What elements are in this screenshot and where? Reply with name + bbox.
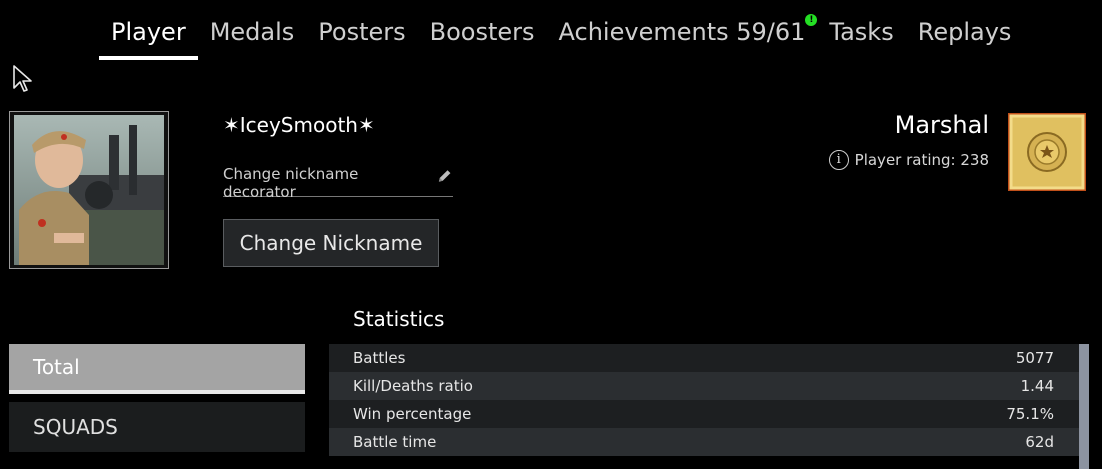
- rank-insignia[interactable]: [1007, 112, 1087, 192]
- table-row: Win percentage 75.1%: [329, 400, 1079, 428]
- info-icon[interactable]: i: [828, 150, 849, 170]
- sidebar-item-label: SQUADS: [33, 415, 118, 439]
- table-row: Battle time 62d: [329, 428, 1079, 456]
- table-row: Kill/Deaths ratio 1.44: [329, 372, 1079, 400]
- stat-label: Kill/Deaths ratio: [353, 377, 473, 395]
- stat-value: 1.44: [1020, 377, 1054, 395]
- tab-label: Achievements 59/61: [558, 18, 806, 46]
- player-rating-label: Player rating: 238: [854, 151, 989, 169]
- tab-replays[interactable]: Replays: [906, 18, 1024, 60]
- pencil-icon: [438, 170, 451, 182]
- stat-value: 5077: [1015, 349, 1054, 367]
- statistics-scrollbar[interactable]: [1079, 344, 1089, 469]
- tab-achievements[interactable]: Achievements 59/61 !: [547, 14, 818, 60]
- stat-label: Battles: [353, 349, 406, 367]
- top-tabs: Player Medals Posters Boosters Achieveme…: [99, 14, 1024, 60]
- change-decorator-link[interactable]: Change nickname decorator: [223, 165, 453, 201]
- tab-label: Posters: [318, 18, 406, 46]
- player-rating: i Player rating: 238: [828, 150, 989, 170]
- player-nickname: ✶IceySmooth✶: [223, 113, 375, 137]
- tab-label: Replays: [917, 18, 1012, 46]
- tab-label: Boosters: [429, 18, 535, 46]
- tab-medals[interactable]: Medals: [198, 18, 307, 60]
- notification-badge: !: [805, 14, 818, 26]
- tab-tasks[interactable]: Tasks: [817, 18, 905, 60]
- player-avatar[interactable]: [9, 111, 169, 269]
- tab-boosters[interactable]: Boosters: [418, 18, 547, 60]
- rank-title: Marshal: [894, 111, 989, 139]
- decorator-label: Change nickname decorator: [223, 165, 359, 201]
- sidebar-item-label: Total: [33, 355, 80, 379]
- mouse-cursor-icon: [13, 65, 32, 92]
- stat-value: 62d: [1025, 433, 1054, 451]
- change-nickname-button[interactable]: Change Nickname: [223, 219, 439, 267]
- stat-label: Win percentage: [353, 405, 472, 423]
- tab-player[interactable]: Player: [99, 18, 198, 60]
- statistics-title: Statistics: [353, 307, 445, 331]
- marshal-insignia-icon: [1008, 113, 1086, 191]
- tab-label: Tasks: [829, 18, 894, 46]
- table-row: Battles 5077: [329, 344, 1079, 372]
- tab-posters[interactable]: Posters: [306, 18, 417, 60]
- statistics-table: Battles 5077 Kill/Deaths ratio 1.44 Win …: [329, 344, 1079, 456]
- tab-label: Player: [111, 18, 186, 46]
- sidebar-item-total[interactable]: Total: [9, 344, 305, 394]
- sidebar-item-squads[interactable]: SQUADS: [9, 402, 305, 452]
- tab-label: Medals: [209, 18, 295, 46]
- stat-value: 75.1%: [1006, 405, 1054, 423]
- avatar-portrait-icon: [14, 115, 164, 265]
- stat-label: Battle time: [353, 433, 437, 451]
